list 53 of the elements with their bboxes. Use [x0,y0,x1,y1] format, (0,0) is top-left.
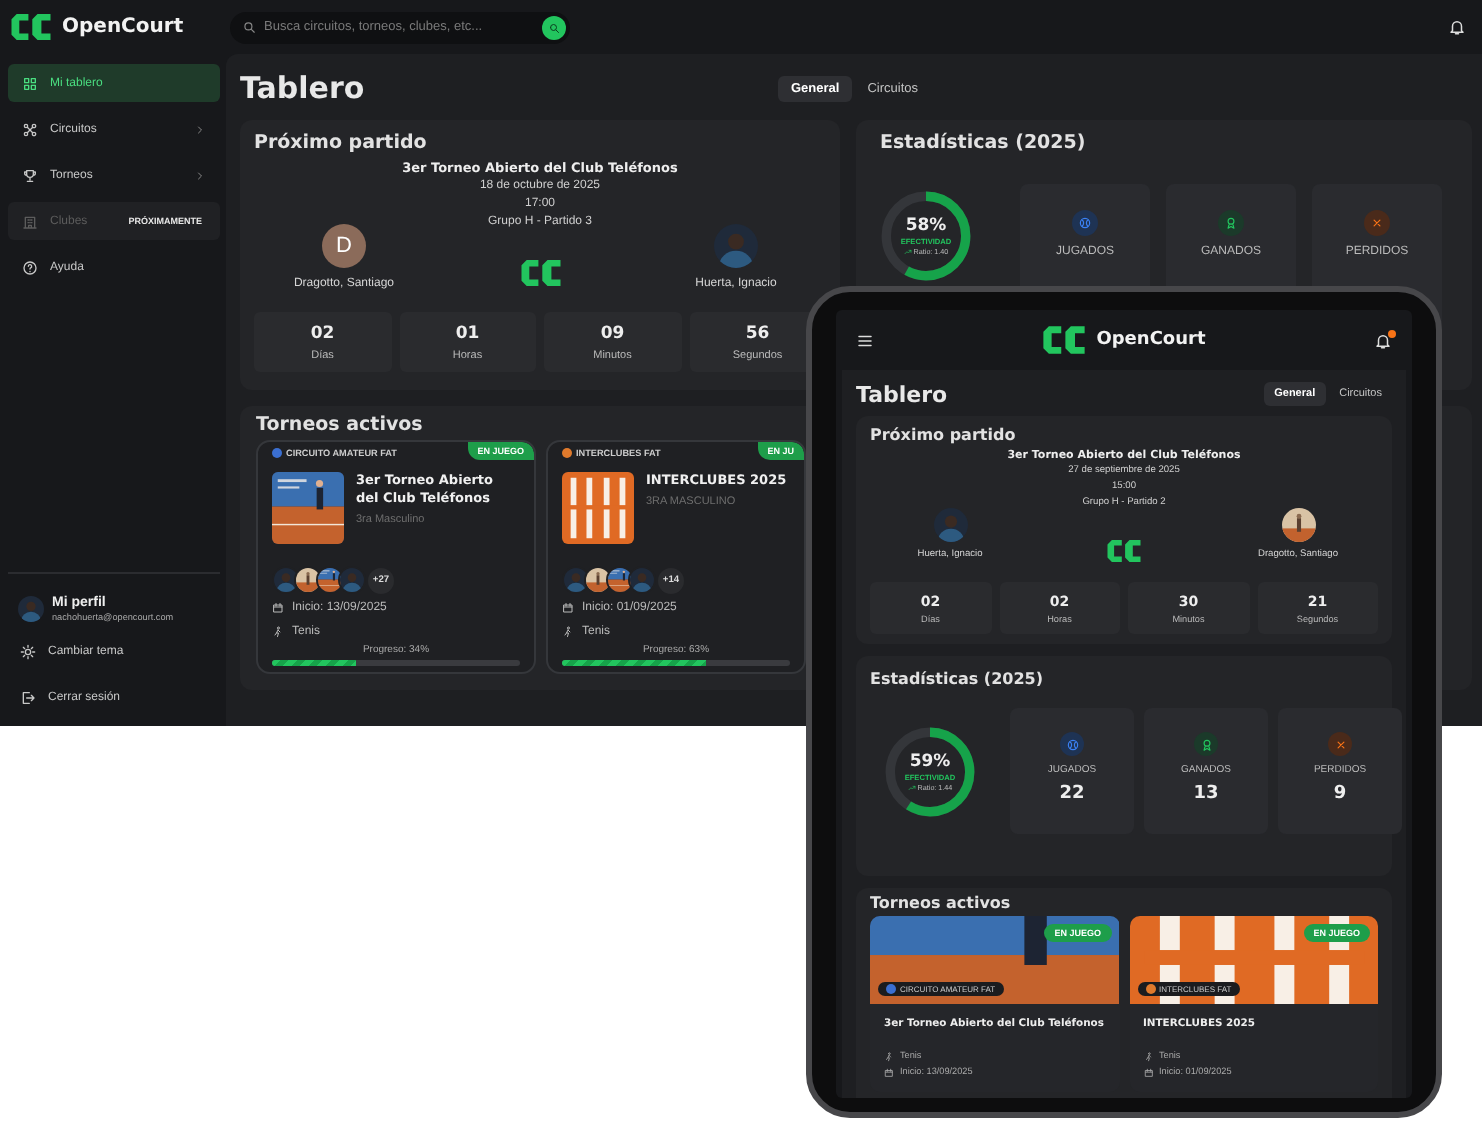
stat-value: 13 [1193,784,1219,804]
calendar-icon [1143,1067,1153,1077]
card-title: Próximo partido [254,130,427,158]
person-icon [1143,1051,1153,1061]
page-title: Tablero [240,70,365,106]
logo-icon [1106,540,1142,562]
countdown-value: 02 [310,323,335,343]
app-name: OpenCourt [62,16,184,38]
logo-icon [519,260,561,286]
person-icon [884,1051,894,1061]
sun-icon [20,644,36,660]
chevron-icon [194,123,206,135]
trend-icon [907,783,916,791]
building-icon [22,213,38,229]
effectiveness-percent: 58% [905,216,947,236]
search-icon [548,21,560,33]
calendar-icon [272,602,284,614]
cross-icon [1333,737,1347,751]
stat-value: 9 [1333,784,1347,804]
medal-icon [1224,216,1238,230]
person-icon [272,626,284,638]
stat-value: 22 [1059,784,1085,804]
bell-icon[interactable] [1448,18,1466,36]
trend-icon [903,248,912,256]
logout-icon [20,690,36,706]
app-name: OpenCourt [1096,330,1206,350]
card-title: Torneos activos [256,412,423,440]
card-title: Próximo partido [870,424,1016,448]
effectiveness-percent: 59% [909,751,951,771]
card-title: Torneos activos [870,892,1011,916]
help-icon [22,259,38,275]
network-icon [22,121,38,137]
grid-icon [22,75,38,91]
player-avatar: D [322,224,366,268]
chevron-icon [194,169,206,181]
page-title: Tablero [856,381,948,407]
card-title: Estadísticas (2025) [870,668,1044,692]
countdown-value: 01 [455,323,480,343]
calendar-icon [884,1067,894,1077]
logo-icon [1042,326,1087,354]
logo-icon [10,14,52,40]
search-icon [242,20,256,34]
card-title: Estadísticas (2025) [880,130,1086,158]
medal-icon [1199,737,1213,751]
menu-icon[interactable] [856,331,874,349]
trophy-icon [22,167,38,183]
countdown-value: 56 [745,323,770,343]
cross-icon [1370,216,1384,230]
person-icon [562,626,574,638]
bell-icon[interactable] [1374,331,1392,349]
countdown-value: 09 [600,323,625,343]
search-button[interactable] [542,15,566,39]
calendar-icon [562,602,574,614]
